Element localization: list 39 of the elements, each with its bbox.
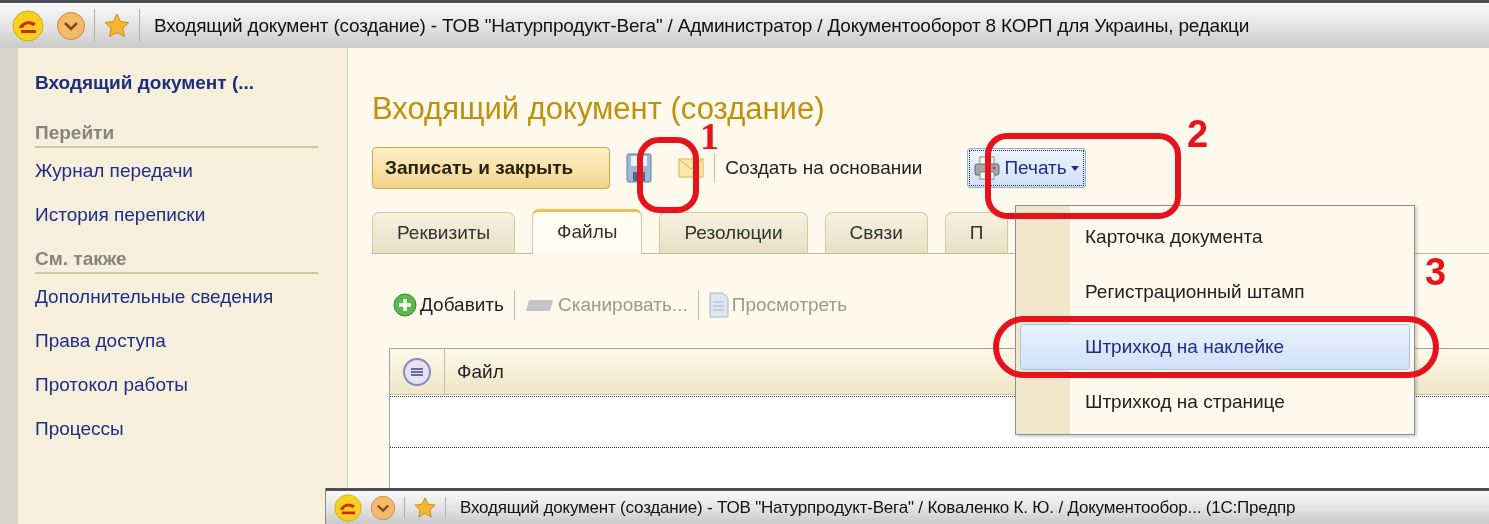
sidebar-link[interactable]: Права доступа xyxy=(35,330,347,374)
star-icon[interactable] xyxy=(413,495,437,520)
tab[interactable]: Резолюции xyxy=(659,212,808,253)
tab[interactable]: П xyxy=(944,212,1009,253)
window-title: Входящий документ (создание) - ТОВ "Натурпродукт-Вега" / Коваленко К. Ю. / Документообор... (1С:Предпр xyxy=(460,497,1296,518)
section-title: См. также xyxy=(35,248,318,274)
sidebar-link[interactable]: Дополнительные сведения xyxy=(35,286,347,330)
logo-icon[interactable] xyxy=(334,493,362,522)
menu-item[interactable]: Регистрационный штамп xyxy=(1020,269,1410,315)
sidebar-link[interactable]: Процессы xyxy=(35,418,347,462)
tab[interactable]: Связи xyxy=(824,212,928,253)
sidebar-header: Входящий документ (... xyxy=(35,72,256,94)
print-button[interactable]: Печать xyxy=(967,148,1086,188)
toolbar-button[interactable]: Добавить xyxy=(420,294,504,316)
column-menu-icon[interactable] xyxy=(402,356,432,387)
sidebar-link[interactable]: Протокол работы xyxy=(35,374,347,418)
logo-icon[interactable] xyxy=(12,9,44,42)
star-icon[interactable] xyxy=(103,11,131,40)
column-header[interactable]: Файл xyxy=(445,349,504,394)
window-title: Входящий документ (создание) - ТОВ "Натурпродукт-Вега" / Администратор / Документооборот 8 КОРП для Украины, редакци xyxy=(154,14,1250,37)
menu-item[interactable]: Штрихкод на странице xyxy=(1020,379,1410,425)
step-number: 3 xyxy=(1425,252,1447,292)
menu-item[interactable]: Карточка документа xyxy=(1020,214,1410,260)
caret-icon xyxy=(1070,165,1079,171)
create-based-on-button[interactable]: Создать на основании xyxy=(725,157,923,179)
sidebar-link[interactable]: Журнал передачи xyxy=(35,160,347,204)
section-title: Перейти xyxy=(35,122,318,148)
save-and-close-button[interactable]: Записать и закрыть xyxy=(372,147,611,189)
plus-icon xyxy=(393,293,417,317)
tab[interactable]: Реквизиты xyxy=(372,212,516,253)
sidebar-link[interactable]: История переписки xyxy=(35,204,347,248)
tab[interactable]: Файлы xyxy=(532,209,643,254)
document-icon xyxy=(708,292,729,318)
menu-item[interactable]: Штрихкод на наклейке xyxy=(1020,324,1410,370)
menu-button[interactable] xyxy=(56,10,86,41)
scanner-icon xyxy=(525,297,555,313)
printer-icon xyxy=(974,155,1001,181)
menu-button[interactable] xyxy=(370,494,396,521)
step-number: 2 xyxy=(1187,114,1209,154)
